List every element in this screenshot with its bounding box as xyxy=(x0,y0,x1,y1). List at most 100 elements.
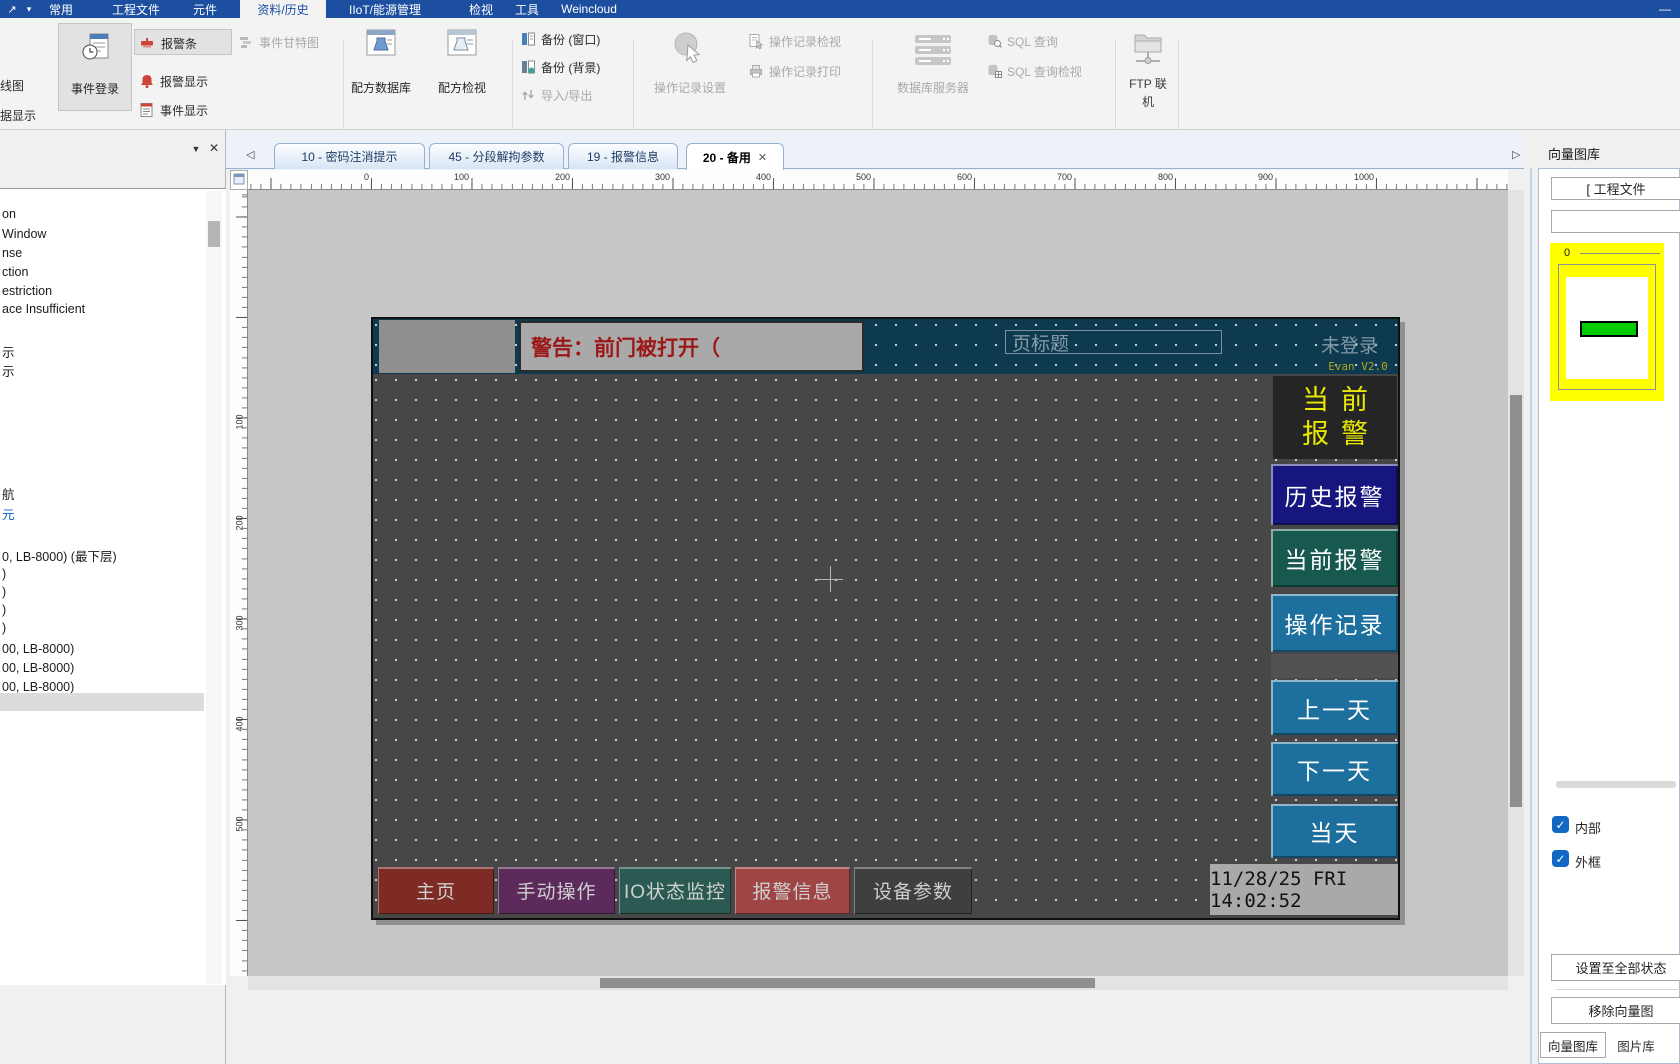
ftp-link-button[interactable]: FTP 联 机 xyxy=(1118,23,1178,123)
tree-item[interactable]: ace Insufficient xyxy=(2,302,85,316)
hmi-button-operation-log[interactable]: 操作记录 xyxy=(1271,594,1398,652)
tree-item[interactable]: 00, LB-8000) xyxy=(2,680,74,694)
tree-item-link[interactable]: 元 xyxy=(2,504,15,523)
hmi-page-title-object[interactable]: 页标题 xyxy=(1005,330,1222,354)
backup-background-button[interactable]: 备份 (背景) xyxy=(520,56,600,78)
tree-item[interactable]: ) xyxy=(2,567,6,581)
hmi-nav-device-params[interactable]: 设备参数 xyxy=(854,867,972,914)
menu-view[interactable]: 检视 xyxy=(460,0,502,18)
ribbon-trend-chart-cut[interactable]: 线图 xyxy=(0,74,24,96)
backup-window-button[interactable]: 备份 (窗口) xyxy=(520,28,600,50)
caption-line1: 当前 xyxy=(1290,384,1380,418)
canvas-hscrollbar-thumb[interactable] xyxy=(600,978,1095,988)
tree-item[interactable]: Window xyxy=(2,227,46,241)
event-display-button[interactable]: 事件显示 xyxy=(139,99,208,121)
hmi-nav-io-monitor[interactable]: IO状态监控 xyxy=(619,867,731,914)
library-select-button[interactable]: [ 工程文件 xyxy=(1551,177,1680,200)
tab-picture-library[interactable]: 图片库 xyxy=(1610,1032,1662,1058)
tree-item[interactable]: 0, LB-8000) (最下层) xyxy=(2,546,117,565)
tab-scroll-left-icon[interactable]: ◁ xyxy=(246,148,254,161)
hmi-version-text[interactable]: Evan V2.0 xyxy=(1319,360,1397,373)
hmi-button-today[interactable]: 当天 xyxy=(1271,804,1398,858)
tree-item[interactable]: 示 xyxy=(2,361,15,380)
checkbox-inner[interactable]: ✓ xyxy=(1552,816,1569,833)
hmi-button-history-alarm[interactable]: 历史报警 xyxy=(1271,464,1398,525)
canvas-hscrollbar[interactable] xyxy=(248,976,1508,990)
checkbox-outer[interactable]: ✓ xyxy=(1552,850,1569,867)
hmi-button-prev-day[interactable]: 上一天 xyxy=(1271,680,1398,735)
quick-access-dropdown-icon[interactable]: ▾ xyxy=(22,0,36,18)
remove-vector-button[interactable]: 移除向量图 xyxy=(1551,997,1680,1024)
hmi-nav-home[interactable]: 主页 xyxy=(378,867,494,914)
recipe-view-button[interactable]: 配方检视 xyxy=(424,23,500,111)
ruler-corner-button[interactable] xyxy=(230,170,248,190)
database-server-icon xyxy=(911,33,955,69)
hmi-nav-manual[interactable]: 手动操作 xyxy=(498,867,615,914)
hmi-current-alarm-caption[interactable]: 当前 报警 xyxy=(1273,376,1397,459)
canvas-vscrollbar-thumb[interactable] xyxy=(1510,395,1522,807)
set-all-states-button[interactable]: 设置至全部状态 xyxy=(1551,954,1680,981)
tree-item[interactable]: 00, LB-8000) xyxy=(2,661,74,675)
sql-query-button: SQL 查询 xyxy=(986,30,1058,52)
hmi-nav-alarm-info[interactable]: 报警信息 xyxy=(735,867,850,914)
gantt-icon xyxy=(238,34,254,50)
alarm-display-button[interactable]: 报警显示 xyxy=(139,70,208,92)
hmi-alarm-banner[interactable]: 警告：前门被打开（ xyxy=(519,321,864,372)
hmi-page-canvas[interactable]: 警告：前门被打开（ 页标题 未登录 Evan V2.0 当前 报警 历史报警 当… xyxy=(371,317,1400,920)
hmi-datetime-display[interactable]: 11/28/25 FRI 14:02:52 xyxy=(1210,864,1398,915)
tree-item[interactable]: estriction xyxy=(2,284,52,298)
menu-weincloud[interactable]: Weincloud xyxy=(558,0,620,18)
hmi-button-next-day[interactable]: 下一天 xyxy=(1271,742,1398,796)
ribbon-separator xyxy=(633,40,634,144)
tree-item[interactable]: ) xyxy=(2,603,6,617)
tree-scrollbar-thumb[interactable] xyxy=(208,221,220,247)
menu-data-history[interactable]: 资料/历史 xyxy=(240,0,326,18)
menu-iiot[interactable]: IIoT/能源管理 xyxy=(334,0,436,18)
tab-window-19[interactable]: 19 - 报警信息 xyxy=(568,143,678,169)
event-log-button[interactable]: 事件登录 xyxy=(58,23,132,111)
alarm-bar-button[interactable]: 报警条 xyxy=(134,29,232,55)
tab-window-45[interactable]: 45 - 分段解拘参数 xyxy=(429,143,564,169)
minimize-button[interactable]: — xyxy=(1654,0,1676,18)
tab-vector-library[interactable]: 向量图库 xyxy=(1540,1032,1606,1058)
tab-scroll-right-icon[interactable]: ▷ xyxy=(1512,148,1520,161)
tree-selected-row[interactable] xyxy=(0,693,204,711)
event-list-icon xyxy=(139,102,155,118)
tree-item[interactable]: nse xyxy=(2,246,22,260)
tree-item[interactable]: 00, LB-8000) xyxy=(2,642,74,656)
recipe-database-button[interactable]: 配方数据库 xyxy=(340,23,422,111)
caption-line2: 报警 xyxy=(1290,418,1380,452)
hmi-topbar-gray-block[interactable] xyxy=(379,320,515,373)
tree-item[interactable]: ) xyxy=(2,585,6,599)
tab-window-10[interactable]: 10 - 密码注消提示 xyxy=(274,143,425,169)
tree-scrollbar[interactable] xyxy=(206,191,222,984)
tab-window-20-active[interactable]: 20 - 备用 ✕ xyxy=(686,143,784,170)
canvas-vscrollbar[interactable] xyxy=(1508,190,1524,976)
tree-item[interactable]: ction xyxy=(2,265,28,279)
panel-close-icon[interactable]: ✕ xyxy=(206,140,222,156)
tree-item[interactable]: on xyxy=(2,207,16,221)
backup-background-icon xyxy=(520,59,536,75)
ribbon-data-display-cut[interactable]: 据显示 xyxy=(0,104,36,126)
vector-item-selected[interactable]: 0 xyxy=(1550,243,1664,401)
menu-common[interactable]: 常用 xyxy=(40,0,82,18)
hmi-body[interactable] xyxy=(373,374,1398,918)
library-size-slider[interactable] xyxy=(1556,781,1676,788)
tree-item[interactable]: ) xyxy=(2,621,6,635)
ruler-number: 100 xyxy=(454,172,469,182)
tab-close-icon[interactable]: ✕ xyxy=(758,151,767,164)
library-filter-combo[interactable] xyxy=(1551,210,1680,233)
menu-tools[interactable]: 工具 xyxy=(508,0,546,18)
database-server-label: 数据库服务器 xyxy=(884,79,982,96)
hmi-button-current-alarm[interactable]: 当前报警 xyxy=(1271,529,1398,587)
ftp-network-folder-icon xyxy=(1130,29,1166,69)
menu-object[interactable]: 元件 xyxy=(184,0,226,18)
hmi-login-status[interactable]: 未登录 xyxy=(1321,331,1378,358)
panel-collapse-icon[interactable]: ▼ xyxy=(188,142,204,156)
event-log-label: 事件登录 xyxy=(59,80,131,97)
ruler-number: 100 xyxy=(235,414,245,429)
quick-access-redo-icon[interactable]: ↗ xyxy=(4,0,20,18)
tree-item[interactable]: 航 xyxy=(2,484,15,503)
tree-item[interactable]: 示 xyxy=(2,342,15,361)
menu-project[interactable]: 工程文件 xyxy=(100,0,172,18)
